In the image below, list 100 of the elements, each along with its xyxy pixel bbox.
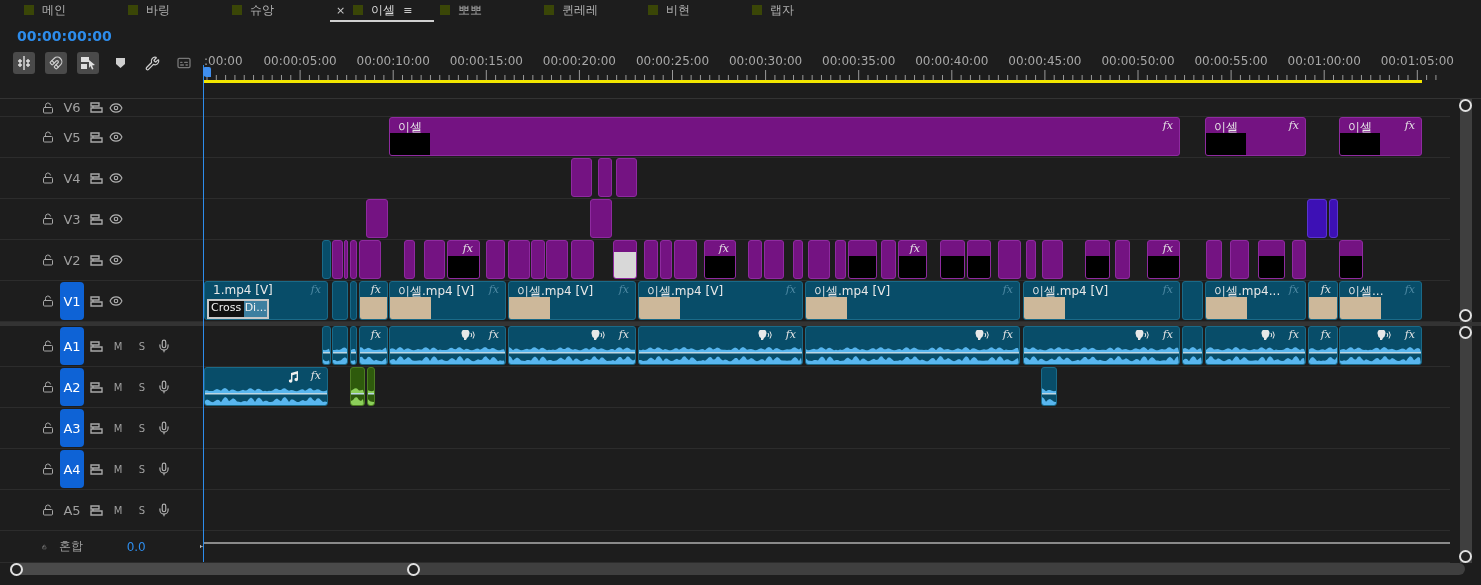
audio-clip[interactable] <box>1041 367 1057 406</box>
video-clip[interactable] <box>332 281 348 320</box>
graphic-clip[interactable] <box>835 240 846 279</box>
graphic-clip[interactable] <box>350 240 357 279</box>
graphic-clip[interactable] <box>644 240 658 279</box>
graphic-clip[interactable] <box>1115 240 1130 279</box>
graphic-clip[interactable] <box>366 199 388 238</box>
sequence-tab[interactable]: 메인 <box>18 0 122 22</box>
graphic-clip[interactable] <box>1230 240 1249 279</box>
mute-toggle[interactable]: M <box>109 422 127 434</box>
lock-icon[interactable] <box>42 422 54 434</box>
insert-nest-icon[interactable] <box>13 52 35 74</box>
lock-icon[interactable] <box>42 295 54 307</box>
scrollbar[interactable] <box>1459 326 1472 563</box>
lock-icon[interactable] <box>42 463 54 475</box>
sync-lock-icon[interactable] <box>90 213 103 225</box>
graphic-clip[interactable]: fx <box>447 240 480 279</box>
microphone-icon[interactable] <box>157 339 171 353</box>
transition-block[interactable]: Cross Di... <box>207 299 269 319</box>
graphic-clip[interactable] <box>793 240 803 279</box>
mute-toggle[interactable]: M <box>109 381 127 393</box>
graphic-clip[interactable] <box>344 240 348 279</box>
track-target[interactable]: V6 <box>60 99 84 116</box>
graphic-clip[interactable] <box>660 240 672 279</box>
video-clip[interactable]: 이셀... fx <box>1339 281 1422 320</box>
video-clip[interactable]: 이셀.mp4 [V] fx <box>638 281 803 320</box>
audio-clip[interactable]: fx <box>508 326 636 365</box>
eye-icon[interactable] <box>109 171 123 185</box>
video-clip[interactable]: fx <box>1308 281 1338 320</box>
track-target[interactable]: V3 <box>60 200 84 238</box>
track-target[interactable]: V5 <box>60 118 84 156</box>
sync-lock-icon[interactable] <box>90 504 103 516</box>
solo-toggle[interactable]: S <box>133 381 151 393</box>
menu-icon[interactable]: ≡ <box>403 3 413 17</box>
eye-icon[interactable] <box>109 253 123 267</box>
audio-clip[interactable] <box>322 326 331 365</box>
sequence-tab[interactable]: 랩자 <box>746 0 850 22</box>
lock-icon[interactable] <box>42 254 54 266</box>
graphic-clip[interactable]: 이셀 fx <box>1339 117 1422 156</box>
graphic-clip[interactable] <box>598 158 612 197</box>
audio-clip[interactable]: fx <box>805 326 1020 365</box>
graphic-clip[interactable] <box>808 240 830 279</box>
playhead-handle[interactable] <box>203 67 211 77</box>
graphic-clip[interactable]: 이셀 fx <box>1205 117 1306 156</box>
audio-clip[interactable]: fx <box>204 367 328 406</box>
graphic-clip[interactable] <box>1085 240 1110 279</box>
video-clip[interactable] <box>1182 281 1203 320</box>
track-target[interactable]: V1 <box>60 282 84 320</box>
graphic-clip[interactable] <box>881 240 896 279</box>
graphic-clip[interactable] <box>967 240 991 279</box>
scroll-thumb[interactable] <box>10 563 420 575</box>
graphic-clip[interactable]: fx <box>704 240 736 279</box>
audio-clip[interactable] <box>367 367 375 406</box>
audio-clip[interactable] <box>350 367 365 406</box>
mute-toggle[interactable]: M <box>109 504 127 516</box>
sync-lock-icon[interactable] <box>90 254 103 266</box>
lock-icon[interactable] <box>42 340 54 352</box>
graphic-clip[interactable] <box>613 240 637 279</box>
graphic-clip[interactable] <box>508 240 530 279</box>
graphic-clip[interactable] <box>1026 240 1036 279</box>
microphone-icon[interactable] <box>157 503 171 517</box>
lock-icon[interactable] <box>42 504 54 516</box>
graphic-clip[interactable] <box>359 240 381 279</box>
sync-lock-icon[interactable] <box>90 381 103 393</box>
sync-lock-icon[interactable] <box>90 422 103 434</box>
graphic-clip[interactable] <box>404 240 415 279</box>
magnet-icon[interactable] <box>45 52 67 74</box>
sync-lock-icon[interactable] <box>90 102 103 113</box>
lock-icon[interactable] <box>42 213 54 225</box>
sync-lock-icon[interactable] <box>90 131 103 143</box>
graphic-clip[interactable] <box>748 240 762 279</box>
sync-lock-icon[interactable] <box>90 463 103 475</box>
graphic-clip[interactable] <box>486 240 505 279</box>
close-icon[interactable]: × <box>336 3 346 17</box>
track-target[interactable]: A5 <box>60 491 84 529</box>
graphic-clip[interactable] <box>764 240 784 279</box>
audio-clip[interactable]: fx <box>1308 326 1338 365</box>
graphic-clip[interactable] <box>1339 240 1363 279</box>
sequence-tab[interactable]: 슈앙 <box>226 0 330 22</box>
track-target[interactable]: A1 <box>60 327 84 365</box>
graphic-clip[interactable] <box>571 240 594 279</box>
track-target[interactable]: A3 <box>60 409 84 447</box>
scrollbar[interactable] <box>10 563 1465 575</box>
video-clip[interactable]: 이셀.mp4 [V] fx <box>1023 281 1180 320</box>
lock-icon[interactable] <box>42 172 54 184</box>
graphic-clip[interactable] <box>848 240 877 279</box>
sequence-tab[interactable]: 뽀뽀 <box>434 0 538 22</box>
sequence-tab[interactable]: 바링 <box>122 0 226 22</box>
mute-toggle[interactable]: M <box>109 340 127 352</box>
adjustment-clip[interactable] <box>1307 199 1327 238</box>
video-clip[interactable]: 이셀.mp4... fx <box>1205 281 1306 320</box>
graphic-clip[interactable]: fx <box>1147 240 1180 279</box>
video-clip[interactable] <box>350 281 357 320</box>
audio-clip[interactable] <box>332 326 348 365</box>
sequence-tab[interactable]: 퀸레레 <box>538 0 642 22</box>
volume-value[interactable]: 0.0 <box>126 539 146 554</box>
graphic-clip[interactable] <box>531 240 545 279</box>
sync-lock-icon[interactable] <box>90 295 103 307</box>
eye-icon[interactable] <box>109 130 123 144</box>
microphone-icon[interactable] <box>157 380 171 394</box>
